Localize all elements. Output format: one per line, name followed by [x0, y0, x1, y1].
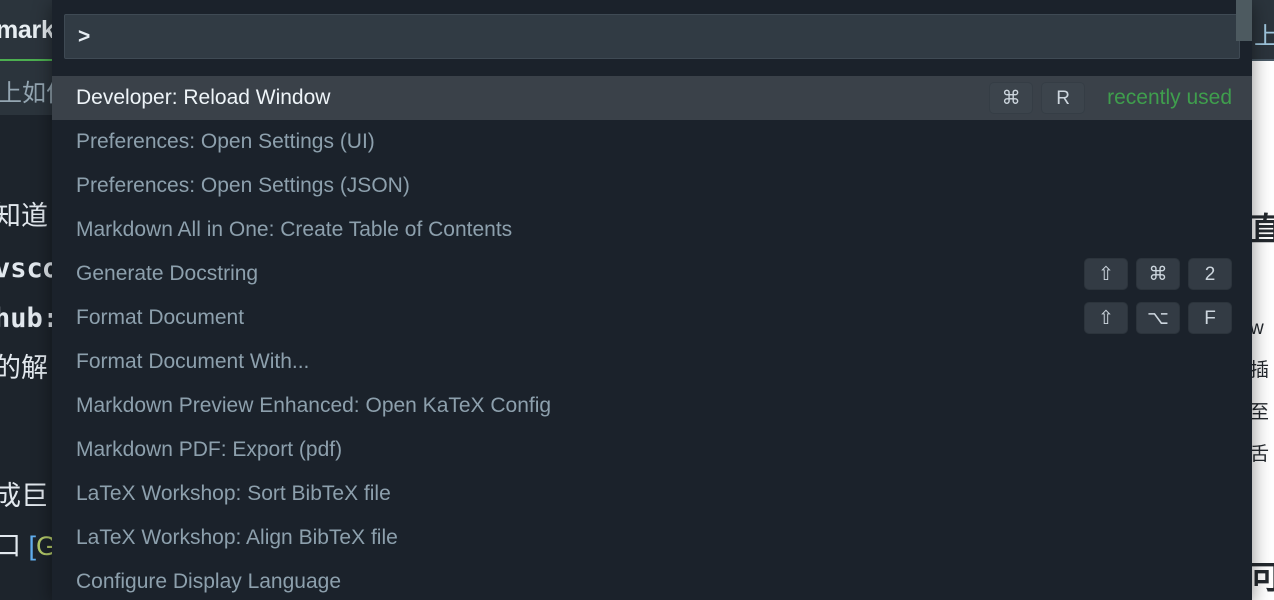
recently-used-badge: recently used [1107, 86, 1232, 109]
preview-paragraph: 舌 [1252, 444, 1270, 465]
keybinding-key: ⇧ [1084, 302, 1128, 334]
command-palette-item-label: Generate Docstring [76, 262, 259, 285]
code-line: vsco [0, 253, 52, 284]
keybinding-group: ⌘ R [989, 82, 1086, 114]
code-link-prefix: 口 [0, 531, 21, 561]
keybinding-key: ⇧ [1084, 258, 1128, 290]
command-palette: Developer: Reload Window⌘Rrecently usedP… [52, 0, 1252, 600]
command-palette-input[interactable] [64, 14, 1240, 59]
keybinding-key: ⌥ [1136, 302, 1180, 334]
editor-left-strip: mark 上如何 知道 vsco hub: 的解 成巨 口 [G [0, 0, 52, 600]
code-line-link: 口 [G [0, 533, 52, 560]
preview-paragraph: 插 [1252, 360, 1270, 381]
code-line: hub: [0, 303, 52, 334]
markdown-preview-pane[interactable]: 直 w 插 至 舌 可 [1252, 61, 1274, 600]
command-palette-item-label: Preferences: Open Settings (UI) [76, 130, 375, 153]
command-palette-item-label: Configure Display Language [76, 570, 342, 593]
preview-paragraph: 至 [1252, 402, 1270, 423]
breadcrumb[interactable]: 上如何 [0, 61, 52, 115]
command-palette-list[interactable]: Developer: Reload Window ⌘ Rrecently used P… [52, 76, 1252, 600]
preview-heading: 直 [1252, 211, 1274, 247]
editor-tab-label[interactable]: mark [0, 16, 52, 45]
keybinding-group: ⇧ ⌥ F [1084, 302, 1232, 334]
command-palette-item-label: Developer: Reload Window [76, 86, 331, 109]
keybinding-key: ⌘ [989, 82, 1034, 114]
keybinding-group: ⇧ ⌘ 2 [1084, 258, 1232, 290]
preview-right-strip: 上 直 w 插 至 舌 可 [1252, 0, 1274, 600]
preview-tab-label[interactable]: 上 [1254, 16, 1274, 51]
keybinding-key: 2 [1188, 258, 1232, 290]
command-palette-scrollbar[interactable] [1236, 0, 1252, 41]
command-palette-item[interactable]: Format Document With... [52, 340, 1252, 384]
command-palette-item-label: Format Document With... [76, 350, 310, 373]
editor-tab-bar: mark [0, 0, 52, 61]
command-palette-item-label: LaTeX Workshop: Sort BibTeX file [76, 482, 391, 505]
command-palette-item[interactable]: Configure Display Language [52, 560, 1252, 600]
preview-tab-bar: 上 [1252, 0, 1274, 61]
command-palette-item[interactable]: LaTeX Workshop: Align BibTeX file [52, 516, 1252, 560]
command-palette-item-label: Markdown Preview Enhanced: Open KaTeX Co… [76, 394, 552, 417]
vscode-window: mark 上如何 知道 vsco hub: 的解 成巨 口 [G 上 直 w 插… [0, 0, 1274, 600]
keybinding-key: R [1041, 82, 1086, 114]
code-link-bracket: [ [28, 531, 37, 561]
keybinding-key: F [1188, 302, 1232, 334]
command-palette-item[interactable]: Preferences: Open Settings (JSON) [52, 164, 1252, 208]
command-palette-item[interactable]: Developer: Reload Window ⌘ Rrecently used [52, 76, 1252, 120]
command-palette-input-row [52, 0, 1252, 72]
command-palette-item[interactable]: Markdown All in One: Create Table of Con… [52, 208, 1252, 252]
command-palette-item[interactable]: Preferences: Open Settings (UI) [52, 120, 1252, 164]
code-line: 的解 [0, 353, 48, 383]
preview-paragraph: w [1252, 318, 1264, 339]
code-line: 成巨 [0, 481, 48, 511]
command-palette-item-label: LaTeX Workshop: Align BibTeX file [76, 526, 398, 549]
keybinding-key: ⌘ [1136, 258, 1180, 290]
command-palette-item-label: Markdown All in One: Create Table of Con… [76, 218, 513, 241]
command-palette-item[interactable]: Markdown Preview Enhanced: Open KaTeX Co… [52, 384, 1252, 428]
code-line: 知道 [0, 201, 48, 231]
command-palette-item-label: Format Document [76, 306, 245, 329]
command-palette-item[interactable]: Format Document ⇧ ⌥ F [52, 296, 1252, 340]
command-palette-item-label: Preferences: Open Settings (JSON) [76, 174, 410, 197]
command-palette-item[interactable]: Generate Docstring ⇧ ⌘ 2 [52, 252, 1252, 296]
code-link-text: G [36, 531, 52, 561]
command-palette-item[interactable]: Markdown PDF: Export (pdf) [52, 428, 1252, 472]
breadcrumb-label: 上如何 [0, 80, 52, 107]
command-palette-item[interactable]: LaTeX Workshop: Sort BibTeX file [52, 472, 1252, 516]
preview-heading: 可 [1252, 559, 1274, 595]
command-palette-item-label: Markdown PDF: Export (pdf) [76, 438, 343, 461]
editor-code-area[interactable]: 知道 vsco hub: 的解 成巨 口 [G [0, 115, 52, 600]
